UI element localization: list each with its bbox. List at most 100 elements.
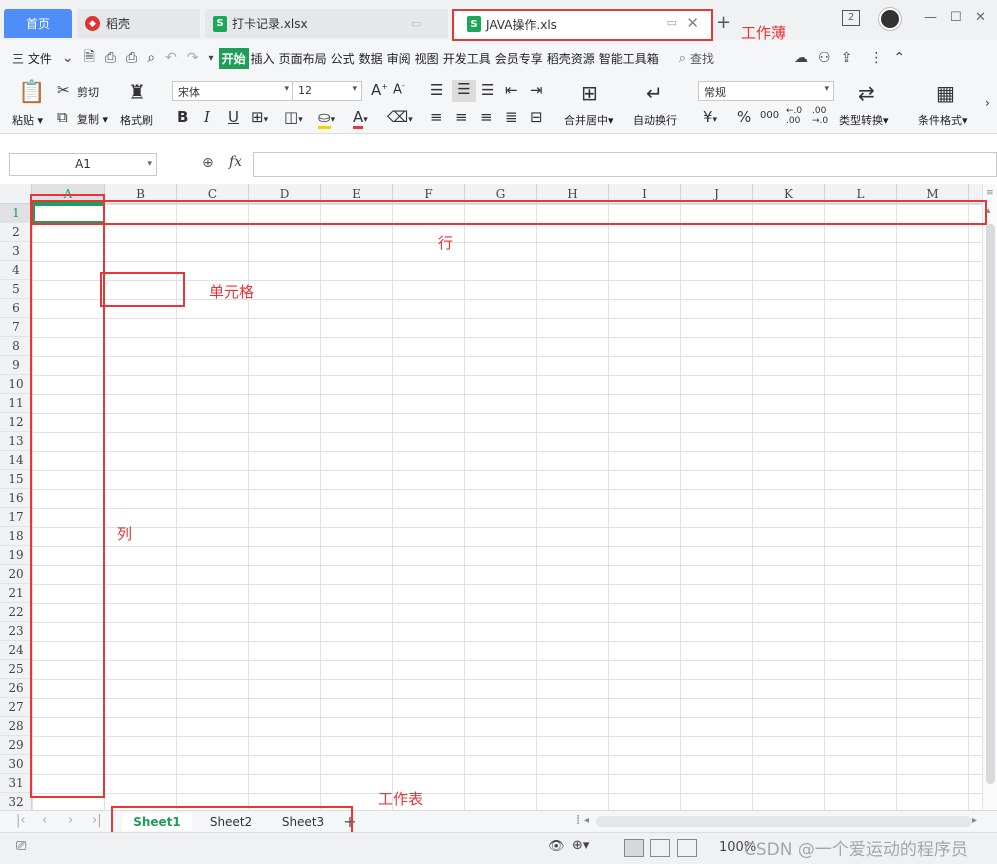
align-center-icon[interactable]: ≡: [455, 108, 468, 126]
print-icon[interactable]: ⎙: [126, 50, 137, 66]
align-left-icon[interactable]: ≡: [430, 108, 443, 126]
avatar[interactable]: [879, 8, 901, 30]
menu-review[interactable]: 审阅: [385, 50, 413, 67]
row-header[interactable]: 26: [0, 679, 32, 698]
row-header[interactable]: 30: [0, 755, 32, 774]
type-convert-button[interactable]: 类型转换▾: [839, 112, 889, 128]
row-header[interactable]: 4: [0, 261, 32, 280]
minimize-icon[interactable]: —: [924, 10, 937, 25]
menu-page-layout[interactable]: 页面布局: [277, 50, 329, 67]
font-name-select[interactable]: 宋体 ▾: [172, 81, 294, 101]
type-convert-icon[interactable]: ⇄: [858, 81, 875, 105]
ribbon-scroll-right-icon[interactable]: ›: [985, 96, 990, 110]
vertical-scrollbar[interactable]: ≡ ▴: [982, 184, 997, 810]
currency-icon[interactable]: ¥▾: [703, 108, 717, 126]
font-size-select[interactable]: 12 ▾: [292, 81, 362, 101]
page-layout-view-icon[interactable]: [677, 839, 697, 857]
decrease-font-icon[interactable]: A-: [393, 81, 405, 97]
redo-icon[interactable]: ↷: [187, 50, 199, 66]
undo-icon[interactable]: ↶: [165, 50, 177, 66]
more-icon[interactable]: ⋮: [869, 50, 883, 66]
cloud-sync-icon[interactable]: ☁: [794, 50, 808, 66]
wrap-text-icon[interactable]: ↵: [646, 81, 663, 105]
vertical-scroll-thumb[interactable]: [986, 224, 995, 784]
window-count-icon[interactable]: 2: [842, 10, 860, 26]
export-icon[interactable]: ⎙: [105, 50, 116, 66]
fill-color-icon[interactable]: ⛀▾: [318, 108, 335, 129]
add-tab-icon[interactable]: +: [716, 12, 731, 33]
insert-function-icon[interactable]: fx: [229, 154, 242, 170]
row-header[interactable]: 24: [0, 641, 32, 660]
row-header[interactable]: 15: [0, 470, 32, 489]
horizontal-scrollbar[interactable]: [596, 816, 972, 827]
row-header[interactable]: 29: [0, 736, 32, 755]
collapse-ribbon-icon[interactable]: ⌃: [893, 50, 905, 66]
row-header[interactable]: 10: [0, 375, 32, 394]
increase-indent-icon[interactable]: ⇥: [530, 81, 543, 99]
last-sheet-icon[interactable]: ›|: [92, 813, 102, 828]
row-header[interactable]: 12: [0, 413, 32, 432]
conditional-format-button[interactable]: 条件格式▾: [918, 112, 968, 128]
maximize-icon[interactable]: ☐: [950, 10, 962, 25]
formula-input[interactable]: [253, 152, 997, 177]
macro-icon[interactable]: ⎚: [16, 839, 26, 854]
align-middle-icon[interactable]: ☰: [452, 80, 476, 102]
row-header[interactable]: 2: [0, 223, 32, 242]
scroll-left-icon[interactable]: ◂: [584, 815, 589, 826]
cell-style-icon[interactable]: ◫▾: [284, 108, 303, 126]
row-header[interactable]: 16: [0, 489, 32, 508]
zoom-search-icon[interactable]: ⊕: [202, 155, 214, 171]
cut-button[interactable]: 剪切: [77, 84, 99, 100]
clear-format-icon[interactable]: ⌫▾: [387, 108, 413, 126]
merge-center-icon[interactable]: ⊞: [581, 81, 598, 105]
row-header[interactable]: 6: [0, 299, 32, 318]
menu-dropdown-icon[interactable]: ⌄: [62, 50, 74, 66]
scroll-right-icon[interactable]: ▸: [972, 815, 977, 826]
conditional-format-icon[interactable]: ▦: [936, 81, 955, 105]
row-header[interactable]: 31: [0, 774, 32, 793]
normal-view-icon[interactable]: [624, 839, 644, 857]
name-box[interactable]: A1 ▾: [9, 153, 157, 176]
row-header[interactable]: 14: [0, 451, 32, 470]
row-header[interactable]: 18: [0, 527, 32, 546]
format-painter-icon[interactable]: ♜: [128, 80, 146, 104]
number-format-select[interactable]: 常规 ▾: [698, 81, 834, 101]
menu-insert[interactable]: 插入: [249, 50, 277, 67]
scroll-up-icon[interactable]: ≡: [986, 188, 994, 198]
menu-search[interactable]: 查找: [688, 50, 716, 67]
copy-icon[interactable]: ⧉: [57, 108, 68, 126]
row-header[interactable]: 20: [0, 565, 32, 584]
first-sheet-icon[interactable]: |‹: [16, 813, 26, 828]
paste-button[interactable]: 粘贴 ▾: [12, 112, 43, 128]
row-header[interactable]: 23: [0, 622, 32, 641]
share-user-icon[interactable]: ⚇: [818, 50, 831, 66]
menu-developer[interactable]: 开发工具: [441, 50, 493, 67]
row-header[interactable]: 27: [0, 698, 32, 717]
border-icon[interactable]: ⊞▾: [251, 108, 268, 126]
justify-icon[interactable]: ≣: [505, 108, 518, 126]
quick-access-dropdown-icon[interactable]: ▾: [209, 53, 214, 64]
merge-center-button[interactable]: 合并居中▾: [564, 112, 614, 128]
row-header[interactable]: 32: [0, 793, 32, 810]
decrease-decimal-icon[interactable]: .00 →.0: [812, 106, 830, 126]
row-header[interactable]: 28: [0, 717, 32, 736]
menu-smart-tools[interactable]: 智能工具箱: [597, 50, 661, 67]
menu-docer-resources[interactable]: 稻壳资源: [545, 50, 597, 67]
align-bottom-icon[interactable]: ☰: [481, 81, 494, 99]
search-icon[interactable]: ⌕: [679, 51, 686, 66]
copy-button[interactable]: 复制 ▾: [77, 111, 108, 127]
decrease-indent-icon[interactable]: ⇤: [505, 81, 518, 99]
share-icon[interactable]: ⇪: [841, 50, 853, 66]
row-header[interactable]: 13: [0, 432, 32, 451]
row-header[interactable]: 3: [0, 242, 32, 261]
row-header[interactable]: 9: [0, 356, 32, 375]
close-window-icon[interactable]: ✕: [975, 10, 986, 25]
align-right-icon[interactable]: ≡: [480, 108, 493, 126]
menu-data[interactable]: 数据: [357, 50, 385, 67]
row-header[interactable]: 1: [0, 204, 32, 223]
paste-icon[interactable]: 📋: [18, 80, 45, 105]
row-header[interactable]: 11: [0, 394, 32, 413]
save-icon[interactable]: 🗎: [84, 46, 95, 70]
menu-file[interactable]: 三 文件: [10, 50, 54, 67]
next-sheet-icon[interactable]: ›: [68, 813, 73, 828]
